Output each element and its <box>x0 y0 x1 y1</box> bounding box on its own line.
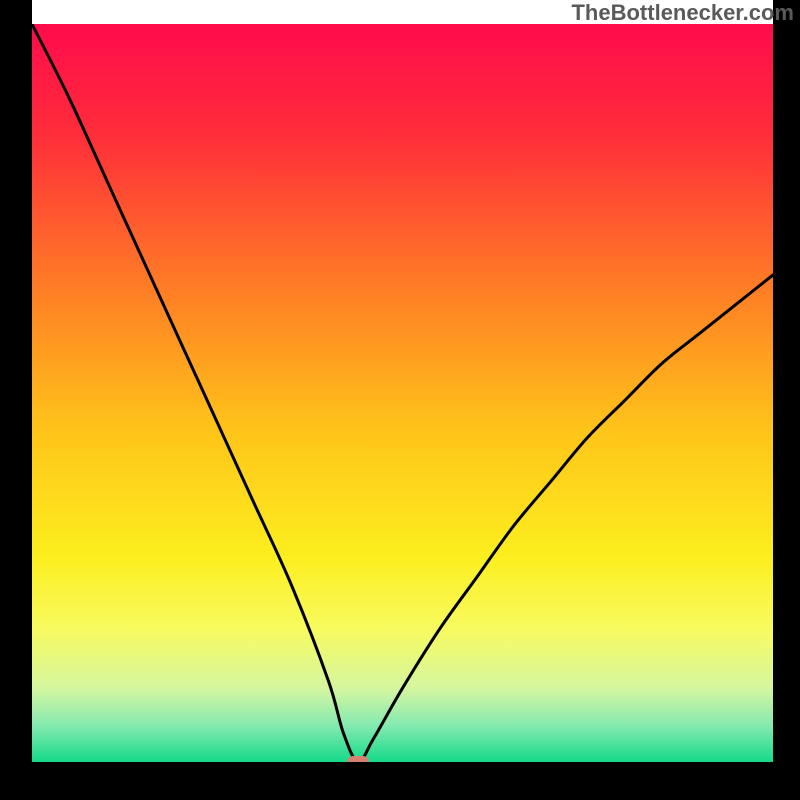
watermark-text: TheBottlenecker.com <box>571 0 794 26</box>
frame-right <box>773 0 800 800</box>
optimal-point-marker <box>347 756 369 762</box>
bottleneck-chart: TheBottlenecker.com <box>0 0 800 800</box>
curve-line <box>32 24 773 762</box>
frame-bottom <box>0 762 800 800</box>
plot-area <box>32 24 773 762</box>
frame-left <box>0 0 32 800</box>
